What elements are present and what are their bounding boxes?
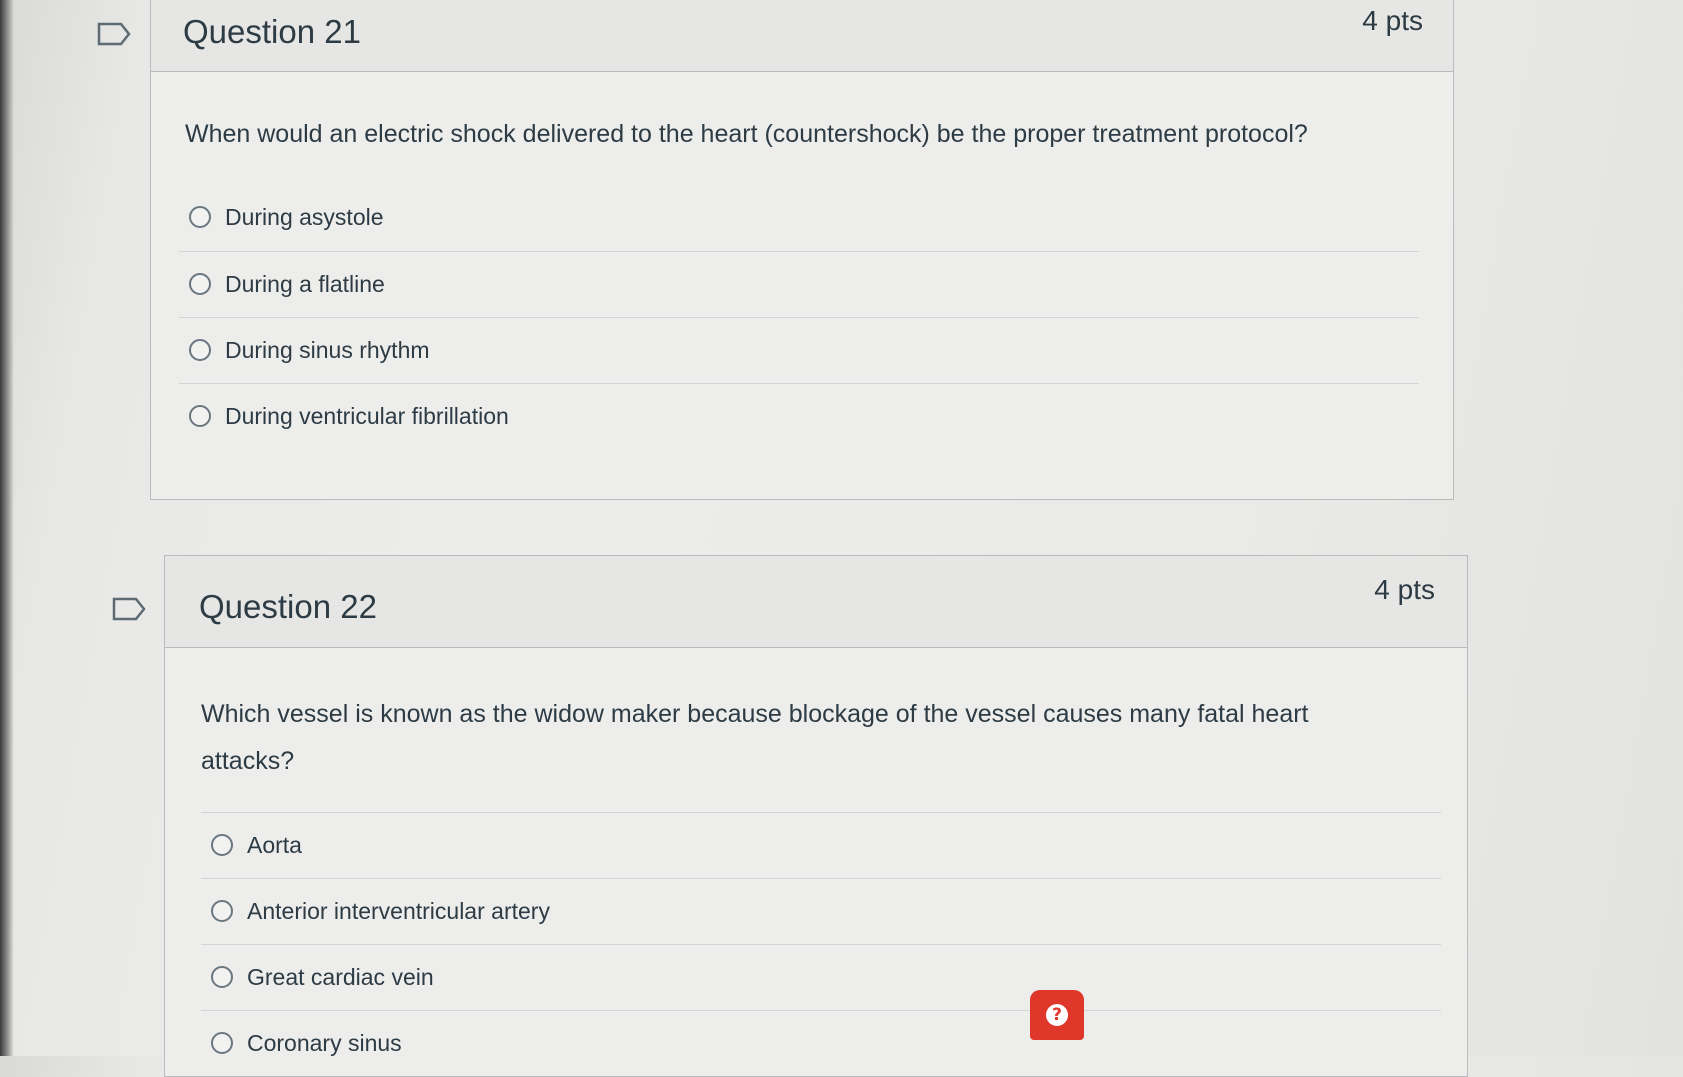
- answer-option[interactable]: Coronary sinus: [201, 1010, 1441, 1075]
- answer-label: Anterior interventricular artery: [247, 897, 550, 924]
- answer-option[interactable]: During a flatline: [179, 251, 1419, 316]
- answer-option[interactable]: Anterior interventricular artery: [201, 878, 1441, 943]
- screen-edge-shadow: [0, 0, 14, 1056]
- question-header-22: Question 22 4 pts: [165, 556, 1467, 648]
- question-text: When would an electric shock delivered t…: [185, 120, 1308, 148]
- question-mark-icon: ?: [1046, 1004, 1068, 1026]
- question-text-line-1: Which vessel is known as the widow maker…: [201, 700, 1309, 728]
- radio-button[interactable]: [189, 273, 211, 295]
- answer-option[interactable]: During asystole: [179, 185, 1419, 249]
- question-text-line-2: attacks?: [201, 747, 295, 775]
- question-title: Question 22: [199, 588, 377, 625]
- question-points: 4 pts: [1374, 574, 1435, 605]
- question-header-21: Question 21 4 pts: [151, 0, 1453, 72]
- answer-option[interactable]: During sinus rhythm: [179, 317, 1419, 382]
- radio-button[interactable]: [211, 900, 233, 922]
- radio-button[interactable]: [211, 834, 233, 856]
- answer-label: Great cardiac vein: [247, 963, 434, 990]
- answer-label: Coronary sinus: [247, 1029, 402, 1056]
- answer-label: During a flatline: [225, 270, 385, 297]
- question-card-21: Question 21 4 pts When would an electric…: [150, 0, 1454, 500]
- radio-button[interactable]: [211, 1032, 233, 1054]
- radio-button[interactable]: [189, 405, 211, 427]
- radio-button[interactable]: [189, 206, 211, 228]
- radio-button[interactable]: [211, 966, 233, 988]
- answer-option[interactable]: Aorta: [201, 812, 1441, 877]
- answer-label: Aorta: [247, 831, 302, 858]
- answer-option[interactable]: During ventricular fibrillation: [179, 383, 1419, 448]
- question-points: 4 pts: [1362, 5, 1423, 36]
- answer-option[interactable]: Great cardiac vein: [201, 944, 1441, 1009]
- question-card-22: Question 22 4 pts Which vessel is known …: [164, 555, 1468, 1077]
- radio-button[interactable]: [189, 339, 211, 361]
- help-button[interactable]: ?: [1030, 990, 1084, 1040]
- question-title: Question 21: [183, 13, 361, 50]
- flag-question-icon[interactable]: [97, 22, 131, 46]
- flag-question-icon[interactable]: [112, 597, 146, 621]
- answer-label: During ventricular fibrillation: [225, 402, 509, 429]
- answer-label: During asystole: [225, 203, 384, 230]
- answer-label: During sinus rhythm: [225, 336, 430, 363]
